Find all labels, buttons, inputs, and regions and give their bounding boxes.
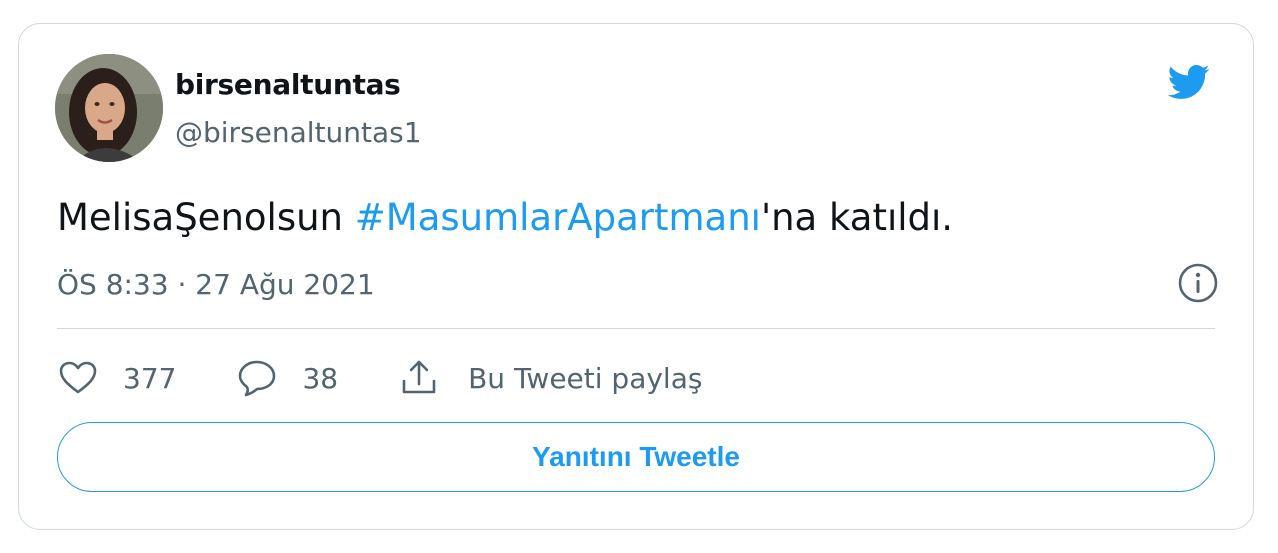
share-button[interactable]: Bu Tweeti paylaş [398, 357, 702, 399]
heart-icon [59, 361, 97, 394]
reply-count-button[interactable]: 38 [236, 357, 338, 399]
author-handle[interactable]: @birsenaltuntas1 [175, 116, 422, 149]
info-icon[interactable] [1177, 262, 1219, 304]
hashtag-link[interactable]: #MasumlarApartmanı [355, 196, 761, 239]
tweet-actions: 377 38 Bu Tweeti paylaş [57, 356, 762, 400]
tweet-timestamp[interactable]: ÖS 8:33 · 27 Ağu 2021 [57, 268, 375, 301]
speech-bubble-icon [239, 360, 276, 397]
avatar-photo [55, 54, 163, 162]
avatar[interactable] [55, 54, 163, 162]
reply-count: 38 [302, 361, 339, 395]
author-display-name[interactable]: birsenaltuntas [175, 68, 401, 101]
like-button[interactable]: 377 [57, 357, 176, 399]
share-label: Bu Tweeti paylaş [468, 361, 703, 395]
tweet-text-after: 'na katıldı. [760, 196, 954, 239]
twitter-bird-icon[interactable] [1161, 60, 1215, 104]
share-upload-icon [402, 360, 436, 394]
embedded-tweet-card: birsenaltuntas @birsenaltuntas1 MelisaŞe… [18, 23, 1254, 530]
reply-tweet-button[interactable]: Yanıtını Tweetle [57, 422, 1215, 492]
divider [57, 328, 1215, 329]
like-count: 377 [123, 361, 177, 395]
tweet-text: MelisaŞenolsun #MasumlarApartmanı'na kat… [57, 196, 953, 239]
tweet-text-before: MelisaŞenolsun [57, 196, 355, 239]
